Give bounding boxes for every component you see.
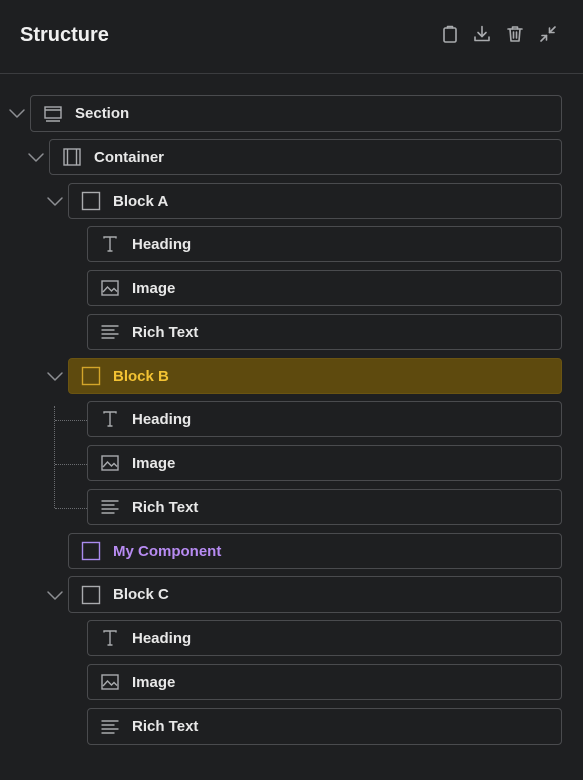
paragraph-icon [100, 322, 120, 342]
node-label: Image [132, 279, 176, 297]
tree-node-rich-text[interactable]: Rich Text [87, 314, 562, 350]
node-label: My Component [113, 542, 222, 560]
trash-icon [505, 24, 525, 49]
panel-title: Structure [20, 24, 109, 46]
node-label: Heading [132, 235, 192, 253]
chevron-down-icon[interactable] [46, 586, 64, 604]
chevron-down-icon[interactable] [46, 192, 64, 210]
container-icon [62, 147, 82, 167]
tree-node-rich-text[interactable]: Rich Text [87, 708, 562, 745]
node-label: Container [94, 148, 165, 166]
tree-node-container[interactable]: Container [49, 139, 562, 175]
tree-guide-line [55, 508, 87, 509]
node-label: Rich Text [132, 498, 199, 516]
node-label: Rich Text [132, 718, 199, 735]
tree-node-section[interactable]: Section [30, 95, 562, 132]
tree-node-image[interactable]: Image [87, 270, 562, 306]
component-icon [81, 541, 101, 561]
collapse-button[interactable] [536, 24, 560, 48]
delete-button[interactable] [503, 24, 527, 48]
chevron-down-icon[interactable] [46, 367, 64, 385]
node-label: Section [75, 105, 130, 122]
node-label: Block B [113, 367, 169, 385]
tree-node-image[interactable]: Image [87, 664, 562, 700]
chevron-down-icon[interactable] [8, 104, 26, 122]
tree-node-block-a[interactable]: Block A [68, 183, 562, 219]
tree-guide-line [55, 464, 87, 465]
copy-button[interactable] [438, 24, 462, 48]
node-label: Heading [132, 629, 192, 647]
image-icon [100, 453, 120, 473]
structure-panel: Structure Section Container Block A Head… [0, 0, 583, 780]
tree-guide-line [55, 420, 87, 421]
tree-node-heading[interactable]: Heading [87, 401, 562, 437]
clipboard-icon [440, 24, 460, 49]
chevron-down-icon[interactable] [27, 148, 45, 166]
image-icon [100, 672, 120, 692]
panel-header: Structure [0, 0, 583, 74]
tree-node-block-c[interactable]: Block C [68, 576, 562, 613]
tree-node-rich-text[interactable]: Rich Text [87, 489, 562, 525]
text-t-icon [100, 409, 120, 429]
paragraph-icon [100, 497, 120, 517]
node-label: Block C [113, 586, 169, 603]
tree-node-my-component[interactable]: My Component [68, 533, 562, 569]
paragraph-icon [100, 717, 120, 737]
tree-node-heading[interactable]: Heading [87, 226, 562, 262]
node-label: Block A [113, 192, 169, 210]
node-label: Rich Text [132, 323, 199, 341]
tree-node-image[interactable]: Image [87, 445, 562, 481]
tree-node-block-b[interactable]: Block B [68, 358, 562, 394]
image-icon [100, 278, 120, 298]
node-label: Heading [132, 410, 192, 428]
text-t-icon [100, 628, 120, 648]
node-label: Image [132, 673, 176, 691]
download-button[interactable] [470, 24, 494, 48]
block-icon [81, 366, 101, 386]
download-icon [472, 24, 492, 49]
tree-guide-line [54, 406, 55, 508]
collapse-icon [538, 24, 558, 49]
block-icon [81, 585, 101, 605]
text-t-icon [100, 234, 120, 254]
tree-node-heading[interactable]: Heading [87, 620, 562, 656]
section-icon [43, 104, 63, 124]
block-icon [81, 191, 101, 211]
node-label: Image [132, 454, 176, 472]
